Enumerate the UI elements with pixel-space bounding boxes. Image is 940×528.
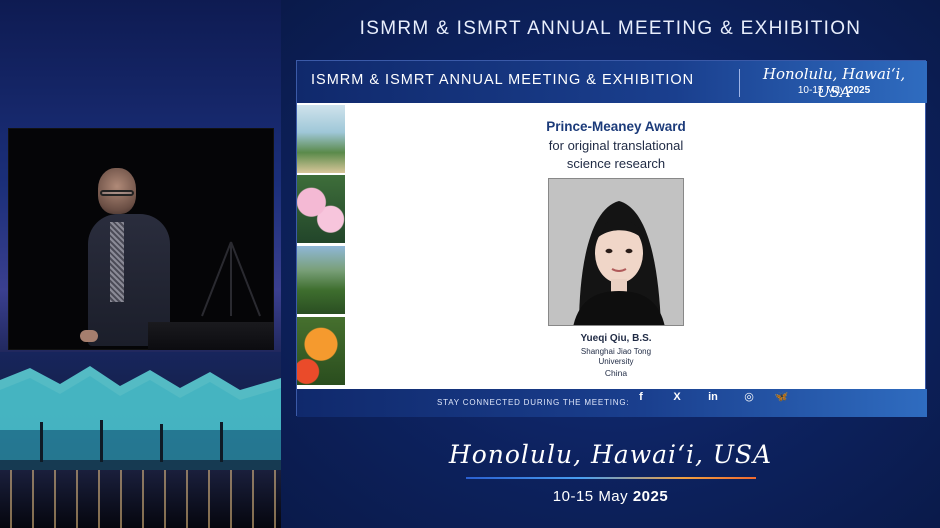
podium	[148, 322, 274, 350]
frame-dates: 10-15 May 2025	[281, 488, 940, 505]
speaker-hand	[80, 330, 98, 342]
palm-beach-image	[297, 105, 345, 173]
frame-dates-prefix: 10-15 May	[552, 488, 629, 505]
x-glyph: X	[673, 391, 681, 403]
slide-header-title: ISMRM & ISMRT ANNUAL MEETING & EXHIBITIO…	[311, 72, 695, 88]
slide-header-dates-prefix: 10-15 May	[797, 85, 846, 96]
footer-stay-connected: STAY CONNECTED DURING THE MEETING:	[437, 398, 630, 407]
speaker-video	[0, 0, 281, 528]
frame-location: Honolulu, Hawai‘i, USA	[448, 440, 773, 469]
slide-footer: STAY CONNECTED DURING THE MEETING: f X i…	[297, 389, 927, 417]
recipient-name: Yueqi Qiu, B.S.	[580, 333, 652, 344]
plumeria-flower-image	[297, 175, 345, 243]
linkedin-icon: in	[699, 391, 727, 415]
recipient-affiliation-line2: University	[598, 357, 634, 366]
linkedin-glyph: in	[708, 391, 718, 403]
recipient-country: China	[604, 368, 628, 378]
speaker-shirt	[110, 222, 124, 302]
slide-header-dates: 10-15 May 2025	[749, 85, 919, 96]
camera-tripod	[201, 241, 261, 317]
frame-title: ISMRM & ISMRT ANNUAL MEETING & EXHIBITIO…	[359, 18, 862, 39]
photo-strip	[297, 103, 345, 389]
mountain-valley-image	[297, 246, 345, 314]
frame-dates-year: 2025	[632, 488, 669, 505]
convention-center-roof	[0, 366, 281, 480]
bluesky-icon: 🦋	[767, 391, 795, 415]
speaker-glasses	[100, 190, 134, 196]
presentation-frame: ISMRM & ISMRT ANNUAL MEETING & EXHIBITIO…	[281, 0, 940, 528]
instagram-glyph: ◎	[744, 391, 754, 403]
slide-header: ISMRM & ISMRT ANNUAL MEETING & EXHIBITIO…	[297, 61, 927, 103]
award-subtitle-line2: science research	[566, 156, 666, 171]
award-slide: ISMRM & ISMRT ANNUAL MEETING & EXHIBITIO…	[296, 60, 927, 417]
award-subtitle-line1: for original translational	[548, 138, 684, 153]
bluesky-glyph: 🦋	[774, 391, 789, 403]
recipient-affiliation-line1: Shanghai Jiao Tong	[580, 347, 652, 356]
header-divider	[739, 69, 740, 97]
facebook-glyph: f	[639, 391, 643, 403]
facebook-icon: f	[627, 391, 655, 415]
street-lights	[0, 470, 281, 528]
frame-gradient-rule	[466, 477, 756, 479]
x-icon: X	[663, 391, 691, 415]
instagram-icon: ◎	[735, 391, 763, 415]
portrait-drawing	[549, 179, 683, 325]
recipient-portrait	[548, 178, 684, 326]
award-title: Prince-Meaney Award	[546, 119, 686, 134]
slide-header-dates-year: 2025	[847, 85, 871, 96]
hibiscus-flower-image	[297, 317, 345, 385]
